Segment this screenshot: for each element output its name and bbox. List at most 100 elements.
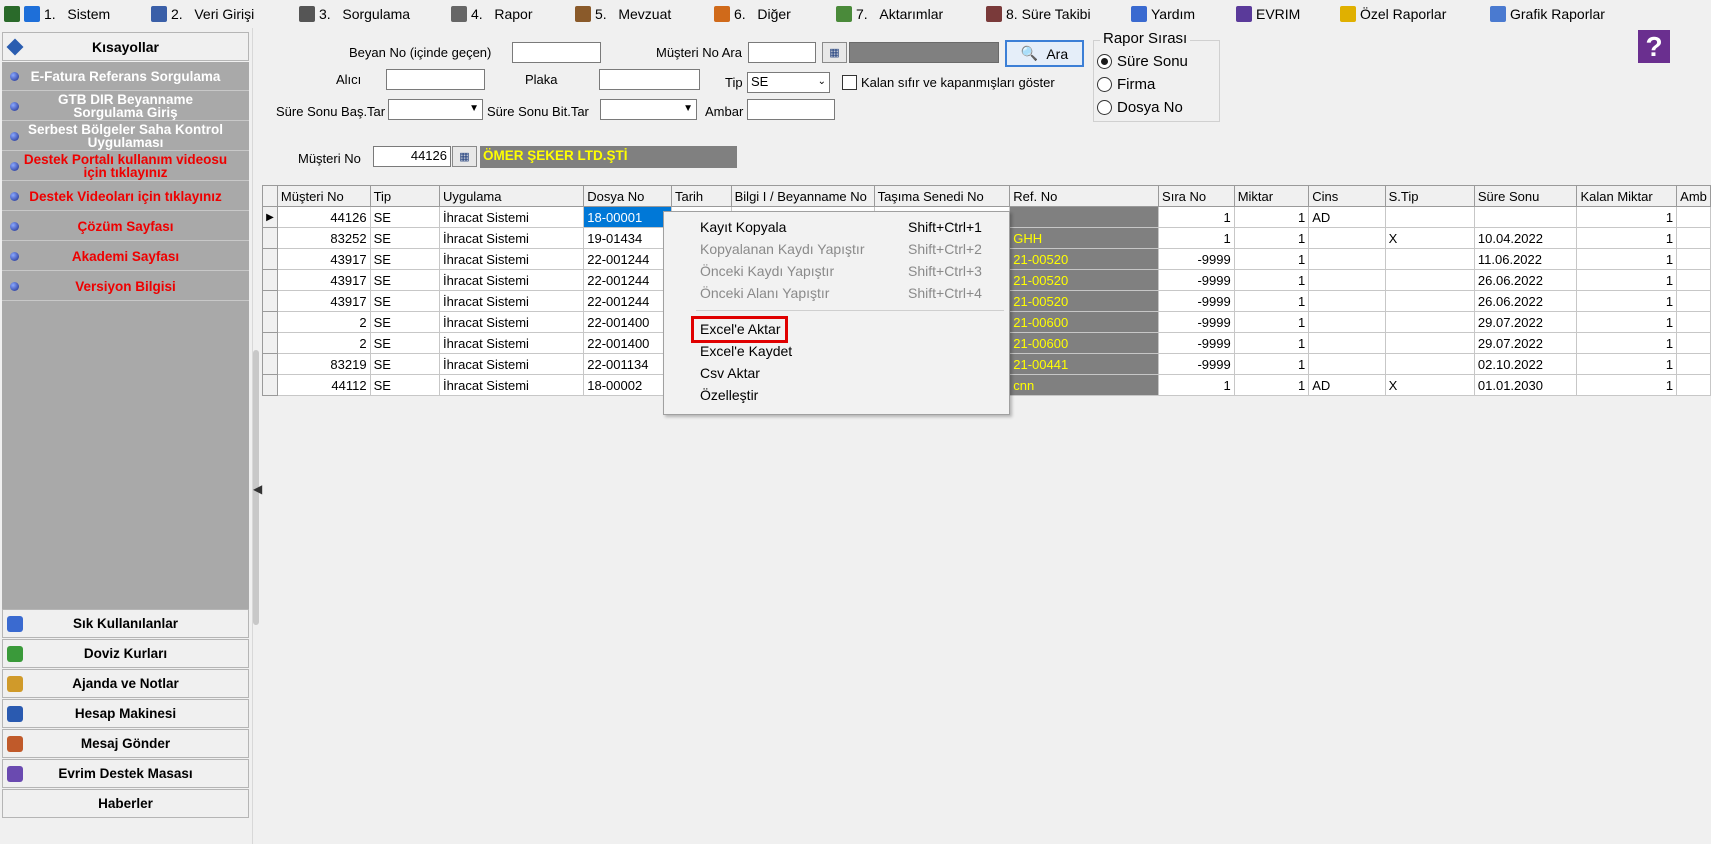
menu-sistem[interactable]: 1. Sistem	[24, 0, 151, 27]
table-cell[interactable]: 1	[1158, 374, 1235, 396]
col-header[interactable]: Kalan Miktar	[1576, 185, 1678, 207]
table-cell[interactable]: İhracat Sistemi	[438, 311, 585, 333]
menu-aktarimlar[interactable]: 7. Aktarımlar	[836, 0, 986, 27]
sidebar-btn-calculator[interactable]: Hesap Makinesi	[2, 699, 249, 728]
menu-yardim[interactable]: Yardım	[1131, 0, 1236, 27]
table-cell[interactable]	[1384, 353, 1475, 375]
table-cell[interactable]	[1308, 311, 1386, 333]
table-cell[interactable]: 2	[276, 332, 371, 354]
row-indicator[interactable]	[262, 353, 278, 375]
sidebar-link-destek-videolari[interactable]: Destek Videoları için tıklayınız	[2, 182, 249, 211]
table-cell[interactable]: SE	[369, 353, 440, 375]
table-cell[interactable]: -9999	[1158, 353, 1235, 375]
sidebar-btn-message[interactable]: Mesaj Gönder	[2, 729, 249, 758]
table-cell[interactable]	[1308, 290, 1386, 312]
table-cell[interactable]: 1	[1233, 206, 1310, 228]
table-cell[interactable]: 01.01.2030	[1473, 374, 1578, 396]
table-cell[interactable]: -9999	[1158, 248, 1235, 270]
table-cell[interactable]: 44112	[276, 374, 371, 396]
table-cell[interactable]	[1384, 311, 1475, 333]
col-header[interactable]: Sıra No	[1158, 185, 1235, 207]
table-cell[interactable]: 1	[1233, 248, 1310, 270]
table-cell[interactable]: X	[1384, 374, 1475, 396]
table-cell[interactable]: 44126	[276, 206, 371, 228]
table-cell[interactable]: 22-001400	[583, 311, 672, 333]
table-cell[interactable]: SE	[369, 311, 440, 333]
table-cell[interactable]: AD	[1308, 374, 1386, 396]
table-cell[interactable]: SE	[369, 227, 440, 249]
col-header[interactable]: Müşteri No	[276, 185, 371, 207]
sidebar-link-cozum[interactable]: Çözüm Sayfası	[2, 212, 249, 241]
table-cell[interactable]: 83252	[276, 227, 371, 249]
sidebar-link-versiyon[interactable]: Versiyon Bilgisi	[2, 272, 249, 301]
table-cell[interactable]: 1	[1233, 269, 1310, 291]
table-cell[interactable]	[1308, 353, 1386, 375]
table-cell[interactable]: -9999	[1158, 269, 1235, 291]
table-cell[interactable]: 22-001244	[583, 248, 672, 270]
table-cell[interactable]: 22-001244	[583, 290, 672, 312]
menu-ozel-raporlar[interactable]: Özel Raporlar	[1340, 0, 1490, 27]
kalan-checkbox[interactable]	[842, 75, 857, 90]
sure-bit-date[interactable]: ▼	[600, 99, 697, 120]
menu-diger[interactable]: 6. Diğer	[714, 0, 836, 27]
table-cell[interactable]	[1384, 269, 1475, 291]
musteri-lookup-button[interactable]: ▦	[452, 146, 477, 167]
ambar-input[interactable]	[747, 99, 835, 120]
table-cell[interactable]: -9999	[1158, 332, 1235, 354]
table-cell[interactable]	[1676, 248, 1711, 270]
alici-input[interactable]	[386, 69, 485, 90]
col-header[interactable]: Bilgi I / Beyanname No	[730, 185, 875, 207]
table-cell[interactable]: -9999	[1158, 311, 1235, 333]
table-cell[interactable]	[1384, 206, 1475, 228]
table-cell[interactable]	[1384, 290, 1475, 312]
table-cell[interactable]: SE	[369, 269, 440, 291]
table-cell[interactable]: SE	[369, 374, 440, 396]
table-cell[interactable]: 1	[1576, 374, 1678, 396]
ctx-onceki-alan-yapistir[interactable]: Önceki Alanı Yapıştır Shift+Ctrl+4	[664, 282, 1009, 304]
table-cell[interactable]	[1308, 269, 1386, 291]
col-header[interactable]: Cins	[1308, 185, 1386, 207]
table-cell[interactable]: SE	[369, 248, 440, 270]
sidebar-link-efatura[interactable]: E-Fatura Referans Sorgulama	[2, 62, 249, 91]
table-cell[interactable]: 1	[1576, 269, 1678, 291]
table-cell[interactable]: 29.07.2022	[1473, 332, 1578, 354]
table-cell[interactable]	[1676, 353, 1711, 375]
table-cell[interactable]: 43917	[276, 248, 371, 270]
table-cell[interactable]: 1	[1233, 311, 1310, 333]
table-cell[interactable]: İhracat Sistemi	[438, 206, 585, 228]
table-cell[interactable]: İhracat Sistemi	[438, 290, 585, 312]
table-cell[interactable]: 1	[1576, 290, 1678, 312]
calendar-lookup-button[interactable]: ▦	[822, 42, 847, 63]
table-cell[interactable]: İhracat Sistemi	[438, 374, 585, 396]
row-indicator[interactable]	[262, 290, 278, 312]
musteri-ara-input[interactable]	[748, 42, 816, 63]
table-cell[interactable]: 21-00520	[1009, 290, 1160, 312]
table-cell[interactable]: 1	[1233, 290, 1310, 312]
collapse-left-icon[interactable]: ◀	[253, 482, 262, 496]
menu-sorgulama[interactable]: 3. Sorgulama	[299, 0, 451, 27]
table-cell[interactable]: 18-00001	[583, 206, 672, 228]
kalan-label[interactable]: Kalan sıfır ve kapanmışları göster	[861, 75, 1055, 90]
sidebar-link-akademi[interactable]: Akademi Sayfası	[2, 242, 249, 271]
col-header[interactable]: Tarih	[670, 185, 732, 207]
radio-dosya-no[interactable]: Dosya No	[1097, 99, 1183, 116]
table-cell[interactable]: 18-00002	[583, 374, 672, 396]
table-cell[interactable]	[1384, 248, 1475, 270]
sidebar-btn-support[interactable]: Evrim Destek Masası	[2, 759, 249, 788]
ctx-ozellestir[interactable]: Özelleştir	[664, 384, 1009, 406]
table-cell[interactable]	[1676, 332, 1711, 354]
table-cell[interactable]: 1	[1158, 227, 1235, 249]
beyan-no-input[interactable]	[512, 42, 601, 63]
table-cell[interactable]: 10.04.2022	[1473, 227, 1578, 249]
sidebar-link-gtb[interactable]: GTB DIR Beyanname Sorgulama Giriş	[2, 92, 249, 121]
col-header[interactable]: S.Tip	[1384, 185, 1475, 207]
sidebar-btn-agenda[interactable]: Ajanda ve Notlar	[2, 669, 249, 698]
current-row-indicator-icon[interactable]: ▶	[262, 206, 278, 228]
sidebar-link-destek-portal[interactable]: Destek Portalı kullanım videosu için tık…	[2, 152, 249, 181]
plaka-input[interactable]	[599, 69, 700, 90]
table-cell[interactable]: İhracat Sistemi	[438, 248, 585, 270]
table-cell[interactable]: 19-01434	[583, 227, 672, 249]
menu-grafik-raporlar[interactable]: Grafik Raporlar	[1490, 0, 1640, 27]
table-cell[interactable]: 1	[1576, 332, 1678, 354]
sidebar-btn-currency[interactable]: Doviz Kurları	[2, 639, 249, 668]
